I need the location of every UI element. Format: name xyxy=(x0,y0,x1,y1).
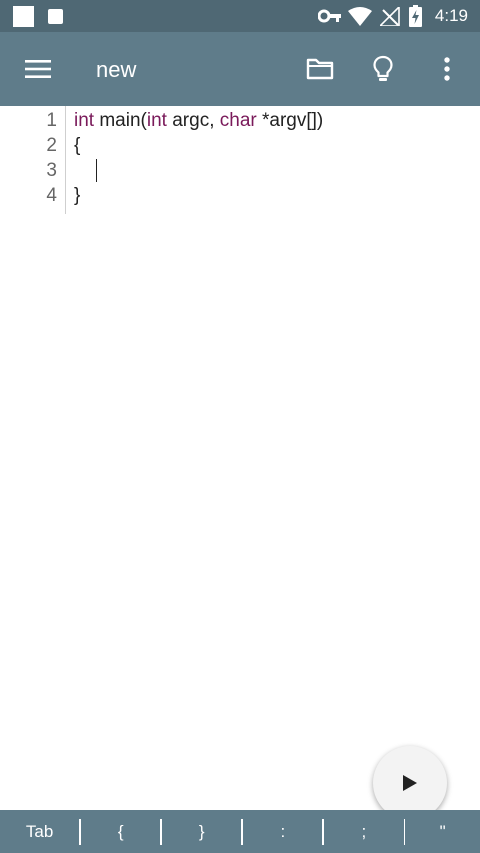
status-time: 4:19 xyxy=(434,6,468,25)
run-button[interactable] xyxy=(373,746,447,820)
play-icon xyxy=(403,775,417,791)
line-number: 1 xyxy=(46,110,57,131)
open-file-button[interactable] xyxy=(296,45,344,93)
battery-charging-icon xyxy=(409,5,422,27)
code-text: *argv[]) xyxy=(256,110,324,131)
symbol-key-quote[interactable]: " xyxy=(405,810,480,853)
lightbulb-icon xyxy=(373,55,393,81)
line-number: 4 xyxy=(46,185,57,206)
text-cursor xyxy=(96,159,97,182)
app-notification-icon xyxy=(13,6,34,27)
symbol-key-close-brace[interactable]: } xyxy=(162,810,241,853)
keyword: int xyxy=(74,110,95,131)
code-line: { xyxy=(74,135,81,156)
folder-icon xyxy=(306,58,334,80)
code-text: argc, xyxy=(166,110,220,131)
more-options-button[interactable] xyxy=(423,45,471,93)
line-number: 3 xyxy=(46,160,57,181)
hint-button[interactable] xyxy=(359,45,407,93)
line-number: 2 xyxy=(46,135,57,156)
symbol-bar: Tab { } : ; " xyxy=(0,810,480,853)
page-title: new xyxy=(96,57,137,82)
vpn-key-icon xyxy=(318,9,341,23)
symbol-key-open-brace[interactable]: { xyxy=(81,810,160,853)
code-text: main( xyxy=(94,110,147,131)
symbol-key-semicolon[interactable]: ; xyxy=(324,810,403,853)
code-line: int main(int argc, char *argv[]) xyxy=(74,108,323,133)
app-bar: new xyxy=(0,32,480,106)
symbol-key-colon[interactable]: : xyxy=(243,810,322,853)
line-number-gutter: 1 2 3 4 xyxy=(0,106,66,214)
keyword: int xyxy=(146,110,167,131)
no-signal-icon xyxy=(380,7,400,26)
menu-icon xyxy=(25,60,51,78)
keyword: char xyxy=(219,110,257,131)
more-vert-icon xyxy=(444,57,450,81)
menu-button[interactable] xyxy=(14,45,62,93)
wifi-icon xyxy=(348,7,372,26)
symbol-key-tab[interactable]: Tab xyxy=(0,810,79,853)
notification-icon xyxy=(48,9,63,24)
code-editor[interactable]: 1 2 3 4 int main(int argc, char *argv[])… xyxy=(0,106,480,810)
status-bar: 4:19 xyxy=(0,0,480,32)
code-line: } xyxy=(74,185,81,206)
